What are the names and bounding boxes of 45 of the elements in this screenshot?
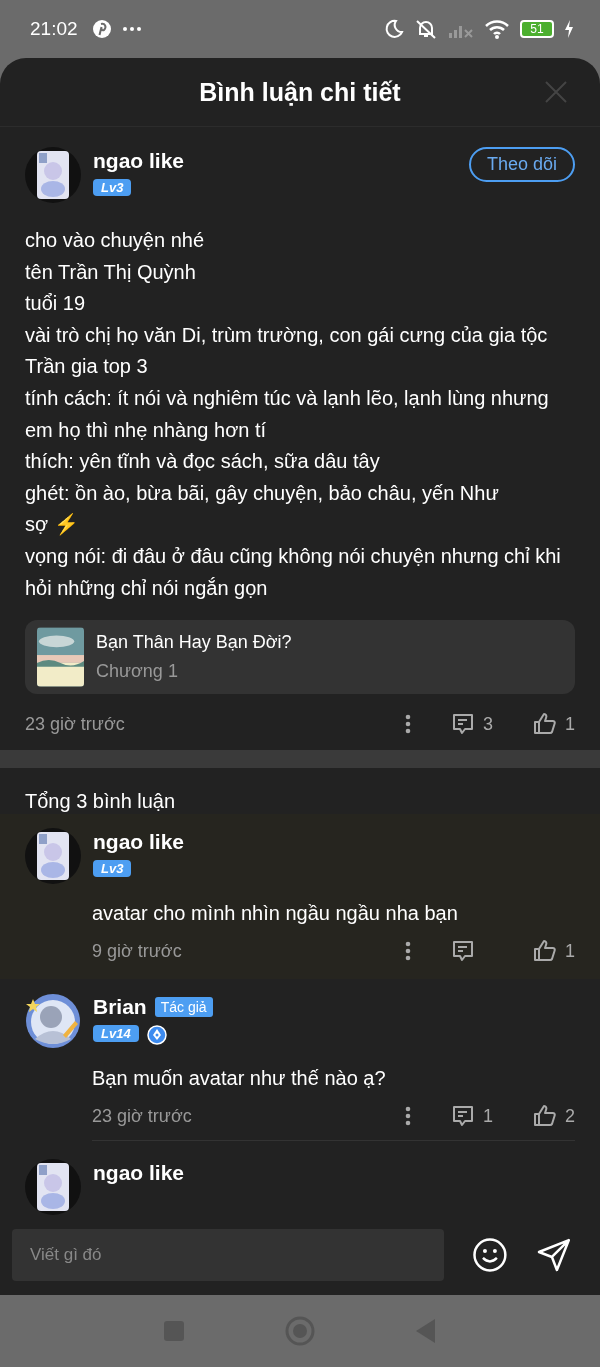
wifi-icon <box>484 19 510 39</box>
send-icon[interactable] <box>536 1237 572 1273</box>
timestamp: 23 giờ trước <box>92 1105 192 1127</box>
pinterest-icon <box>91 19 112 39</box>
like-button[interactable]: 1 <box>533 939 575 964</box>
chapter-label: Chương 1 <box>96 661 179 683</box>
user-name: ngao like <box>93 830 185 855</box>
more-icon <box>121 26 142 32</box>
comment-line: ghét: ồn ào, bừa bãi, gây chuyện, bảo châu, yến Như <box>25 480 500 506</box>
more-icon[interactable] <box>404 1106 411 1127</box>
level-badge: Lv3 <box>93 860 132 878</box>
comment-input[interactable]: Viết gì đó <box>12 1229 445 1281</box>
comment-line: tên Trần Thị Quỳnh <box>25 259 197 285</box>
timestamp: 23 giờ trước <box>25 713 125 735</box>
story-title: Bạn Thân Hay Bạn Đời? <box>96 632 292 654</box>
battery-indicator: 51 <box>520 20 554 38</box>
charging-icon <box>564 20 574 38</box>
moon-icon <box>384 19 404 39</box>
author-badge: Tác giả <box>154 997 213 1018</box>
clock: 21:02 <box>30 18 78 40</box>
story-card[interactable]: Bạn Thân Hay Bạn Đời? Chương 1 <box>25 620 575 695</box>
follow-button[interactable]: Theo dõi <box>468 147 575 182</box>
emoji-icon[interactable] <box>472 1237 509 1273</box>
more-icon[interactable] <box>404 714 411 735</box>
more-icon[interactable] <box>405 941 411 962</box>
muted-bell-icon <box>414 18 438 40</box>
like-button[interactable]: 2 <box>533 1104 575 1129</box>
reply-button[interactable]: 1 <box>450 1104 493 1129</box>
reply-button[interactable]: 3 <box>450 712 493 737</box>
comment-line: tuổi 19 <box>25 291 87 317</box>
comment-text: Bạn muốn avatar như thế nào ạ? <box>92 1067 387 1091</box>
comment-line: cho vào chuyện nhé <box>25 228 206 253</box>
comments-count: Tổng 3 bình luận <box>24 789 177 815</box>
comment-line: vọng nói: đi đâu ở đâu cũng không nói chuyện nhưng chỉ khi hỏi những chỉ nói ngắn gọn <box>25 543 562 601</box>
level-badge: Lv3 <box>93 179 132 196</box>
like-button[interactable]: 1 <box>533 712 575 737</box>
user-name: ngao like <box>93 1161 185 1186</box>
user-name: Brian <box>93 995 147 1020</box>
comment-line: sợ ⚡ <box>25 512 80 538</box>
sheet-title: Bình luận chi tiết <box>199 77 401 107</box>
comment-line: thích: yên tĩnh và đọc sách, sữa dâu tây <box>25 449 381 475</box>
level-badge: Lv14 <box>93 1025 139 1043</box>
comment-text: avatar cho mình nhìn ngầu ngầu nha bạn <box>92 902 459 926</box>
user-name: ngao like <box>93 149 185 173</box>
timestamp: 9 giờ trước <box>92 940 182 962</box>
